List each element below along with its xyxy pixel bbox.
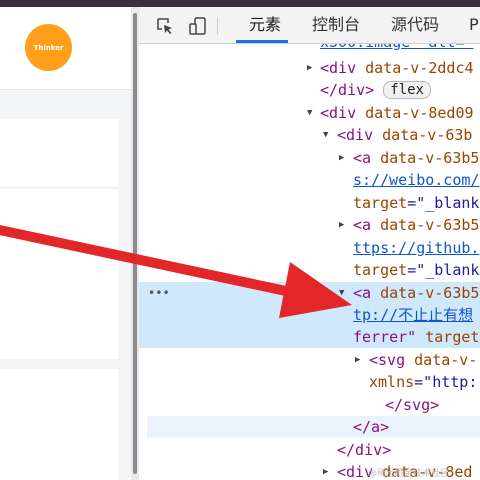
dom-tag: <a [353,284,381,302]
expand-triangle-icon[interactable]: ▶ [323,461,328,480]
flex-badge[interactable]: flex [383,81,431,99]
tab-console[interactable]: 控制台 [312,7,360,43]
tab-sources[interactable]: 源代码 [391,7,439,43]
tab-more[interactable]: P [469,7,479,43]
tab-elements[interactable]: 元素 [249,7,281,43]
dom-attr: target [416,328,480,346]
splitter-handle[interactable] [133,13,137,474]
expand-triangle-icon[interactable]: ▶ [339,147,344,169]
dom-attr: data-v-2ddc4 [365,59,474,77]
window-top-bar [0,0,480,7]
dom-tag: <div [320,104,366,122]
dom-link[interactable]: ttps://github. [353,237,479,259]
dom-line[interactable]: x300.image" alt=" [139,44,480,54]
dom-attr: data-v-63b [382,126,473,144]
dom-tag: <a [353,149,381,167]
dom-attr: data-v- [414,351,478,369]
dom-attr-partial: x300.image" alt=" [320,44,474,53]
dom-line[interactable]: ▶ <svg data-v- [139,349,480,371]
site-header: Thinker [0,7,131,90]
watermark: @稀土掘金技术社区 [368,469,450,479]
dom-tag: <svg [369,351,415,369]
expand-triangle-icon[interactable]: ▶ [355,349,360,371]
dom-line[interactable]: </svg> [139,394,480,416]
dom-attr-value: ferrer" [353,328,417,346]
dom-line[interactable]: ▼ <div data-v-8ed09 [139,102,480,124]
dom-attr: target [353,194,408,212]
site-logo[interactable]: Thinker [25,24,72,71]
content-card [0,119,118,188]
dom-tag: </svg> [385,396,440,414]
dom-line[interactable]: target="_blank [139,192,480,214]
dom-attr: target [353,261,408,279]
dom-line[interactable]: ▶ <a data-v-63b5 [139,214,480,236]
expand-triangle-icon[interactable]: ▶ [307,57,312,79]
expand-triangle-icon[interactable]: ▶ [339,214,344,236]
dom-tag: </a> [353,418,390,436]
devtools-panel: 元素 控制台 源代码 P x300.image" alt=" ▶ <div da… [139,7,480,480]
logo-text: Thinker [33,43,64,52]
dom-attr: data-v-63b5 [380,284,480,302]
active-tab-indicator [236,40,288,43]
more-options-icon[interactable]: ••• [148,282,170,304]
collapse-triangle-icon[interactable]: ▼ [307,102,312,124]
dom-line-selected[interactable]: tp://不止止有想 [139,304,480,326]
dom-attr-value: ="http: [414,373,478,391]
dom-link[interactable]: s://weibo.com/ [353,169,479,191]
dom-line[interactable]: xmlns="http: [139,371,480,393]
dom-line[interactable]: ttps://github. [139,237,480,259]
collapse-triangle-icon[interactable]: ▼ [323,124,328,146]
inspect-cursor-icon[interactable] [155,16,175,36]
dom-attr: data-v-63b5 [380,216,480,234]
content-card [0,189,118,359]
dom-line[interactable]: s://weibo.com/ [139,169,480,191]
dom-line[interactable]: target="_blank [139,259,480,281]
page-preview: Thinker [0,7,131,480]
dom-attr: data-v-8ed09 [365,104,474,122]
dom-line[interactable]: ▶ <a data-v-63b5 [139,147,480,169]
dom-line[interactable]: ▶ <div data-v-2ddc4 [139,57,480,79]
dom-tag: </div> [320,81,375,99]
panel-splitter[interactable] [131,7,139,480]
dom-line[interactable]: </div> [139,439,480,461]
dom-line-selected[interactable]: ferrer" target [139,326,480,348]
dom-attr: xmlns [369,373,415,391]
dom-tag: <div [337,126,383,144]
dom-attr-value: ="_blank [407,194,480,212]
dom-tree: x300.image" alt=" ▶ <div data-v-2ddc4 </… [139,44,480,480]
content-card [0,369,118,480]
dom-tag: <a [353,216,381,234]
collapse-triangle-icon[interactable]: ▼ [339,282,344,304]
device-toggle-icon[interactable] [188,16,208,36]
dom-line-hover[interactable]: </a> [147,416,480,438]
devtools-toolbar: 元素 控制台 源代码 P [139,7,480,44]
dom-tag: <div [320,59,366,77]
dom-link[interactable]: tp://不止止有想 [353,304,473,326]
dom-attr-value: ="_blank [407,261,480,279]
dom-line-selected[interactable]: ••• ▼ <a data-v-63b5 [139,282,480,304]
dom-line[interactable]: ▼ <div data-v-63b [139,124,480,146]
toolbar-divider [217,17,218,35]
dom-line[interactable]: </div> flex [139,79,480,101]
dom-tag: </div> [337,441,392,459]
dom-attr: data-v-63b5 [380,149,480,167]
